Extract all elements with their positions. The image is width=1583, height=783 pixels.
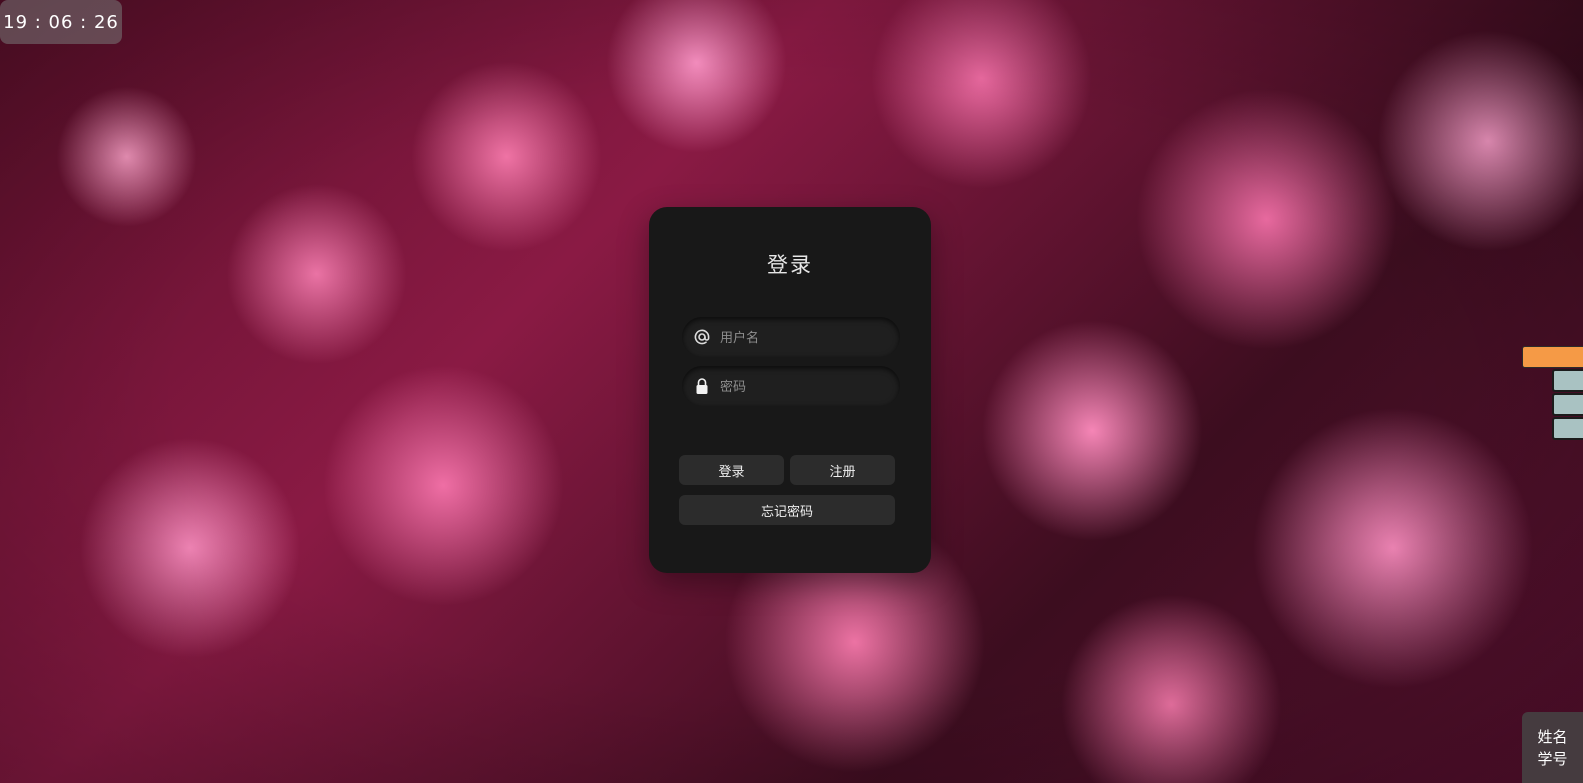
student-id-label: 学号 [1537, 749, 1568, 768]
student-name-label: 姓名 [1537, 727, 1568, 746]
password-input[interactable] [718, 366, 892, 408]
login-title: 登录 [767, 253, 813, 277]
clock-time: 19 : 06 : 26 [3, 11, 119, 33]
login-card: 登录 登录 注册 忘记密码 [649, 207, 931, 573]
clock-display: 19 : 06 : 26 [0, 0, 122, 44]
login-button[interactable]: 登录 [679, 455, 784, 485]
username-input[interactable] [718, 317, 892, 359]
side-tab-orange[interactable] [1522, 346, 1583, 368]
at-icon [692, 327, 712, 347]
username-field[interactable] [682, 317, 900, 359]
student-info-box: 姓名 学号 [1522, 712, 1583, 783]
register-button[interactable]: 注册 [790, 455, 895, 485]
password-field[interactable] [682, 366, 900, 408]
side-tab-3[interactable] [1552, 417, 1583, 440]
lock-icon [692, 376, 712, 396]
forgot-password-button[interactable]: 忘记密码 [679, 495, 895, 525]
side-tab-1[interactable] [1552, 369, 1583, 392]
side-tab-2[interactable] [1552, 393, 1583, 416]
